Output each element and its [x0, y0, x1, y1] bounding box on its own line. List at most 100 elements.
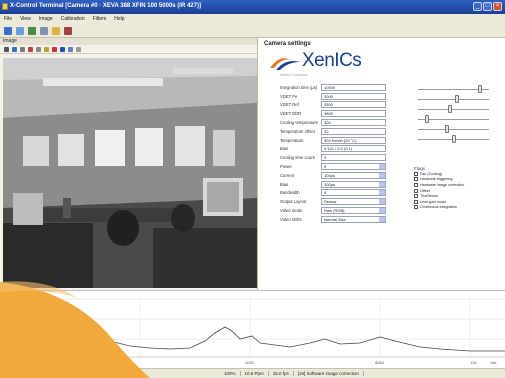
camera-icon[interactable]: [4, 26, 12, 35]
slider-group: [416, 84, 491, 144]
menu-view[interactable]: View: [20, 16, 31, 22]
slider-thumb[interactable]: [424, 115, 429, 123]
param-input[interactable]: 303 Kelvin (29 °C): [321, 136, 386, 144]
menu-file[interactable]: File: [4, 16, 12, 22]
checkbox-box[interactable]: [414, 194, 418, 199]
slider[interactable]: [416, 114, 491, 124]
param-label: Current: [280, 172, 294, 178]
slider[interactable]: [416, 84, 491, 94]
flag-label: Lens gain mode: [420, 199, 447, 204]
menu-image[interactable]: Image: [39, 16, 53, 22]
histogram-panel: 0 4032 8064 12k 16k: [0, 290, 505, 368]
open-icon[interactable]: [16, 26, 24, 35]
checkbox-box[interactable]: [414, 205, 418, 210]
status-fps: 10.6 Ppm: [241, 371, 269, 376]
xenics-logo-icon: [270, 58, 300, 70]
flag-checkbox[interactable]: Continuous integration: [414, 205, 494, 211]
close-button[interactable]: ×: [493, 2, 502, 11]
pointer-icon[interactable]: [4, 46, 9, 52]
param-label: VDET Pe: [280, 93, 298, 99]
slider[interactable]: [416, 134, 491, 144]
param-label: Bias: [280, 146, 289, 152]
param-input[interactable]: 10000: [321, 83, 386, 91]
slider-thumb[interactable]: [454, 95, 459, 103]
line-icon[interactable]: [28, 46, 33, 52]
rectangle-icon[interactable]: [36, 46, 41, 52]
param-row: Bias 100µs: [280, 180, 410, 189]
flag-label: TrueSense: [420, 194, 438, 199]
checkbox-box[interactable]: [414, 188, 418, 193]
tick-label: 4032: [245, 360, 255, 365]
brand-name: XenICs: [302, 50, 362, 71]
param-input[interactable]: 2500: [321, 101, 386, 109]
param-dropdown[interactable]: Raw (RGB): [321, 207, 386, 215]
param-input[interactable]: 0.121 / 0.0 (0.1): [321, 145, 386, 153]
param-label: VDET Ref: [280, 102, 299, 108]
param-dropdown[interactable]: 0: [321, 189, 386, 197]
param-row: Bandwidth 0: [280, 189, 410, 198]
stop-icon[interactable]: [52, 46, 57, 52]
settings-icon[interactable]: [64, 26, 72, 35]
param-dropdown[interactable]: 100µs: [321, 171, 386, 179]
flag-label: Hardware image correction: [420, 182, 465, 187]
histogram-graph: 0 4032 8064 12k 16k: [0, 295, 505, 365]
param-row: Cooling time count 0: [280, 153, 410, 162]
slider-thumb[interactable]: [448, 105, 453, 113]
param-row: Cooling temperature 300: [280, 118, 410, 127]
param-label: Cooling time count: [280, 155, 315, 161]
param-label: Temperature: [280, 137, 304, 143]
record-icon[interactable]: [40, 26, 48, 35]
save-icon[interactable]: [28, 26, 36, 35]
toolbar: [0, 24, 505, 38]
param-row: Integration time (µs) 10000: [280, 83, 410, 92]
pencil-icon[interactable]: [20, 46, 25, 52]
slider-thumb[interactable]: [444, 125, 449, 133]
menu-calibration[interactable]: Calibration: [61, 16, 85, 22]
camera-settings-panel: Camera settings XenICs Infrared Solution…: [258, 38, 505, 290]
param-input[interactable]: 3800: [321, 110, 386, 118]
param-label: Cooling temperature: [280, 120, 318, 126]
checkbox-box[interactable]: [414, 182, 418, 187]
settings-title: Camera settings: [264, 41, 311, 47]
param-dropdown[interactable]: 0: [321, 163, 386, 171]
palette-icon[interactable]: [44, 46, 49, 52]
slider[interactable]: [416, 124, 491, 134]
checkbox-box[interactable]: [414, 177, 418, 182]
status-bar: 100% 10.6 Ppm 15.0 fps [16] Software ima…: [0, 368, 505, 378]
snapshot-icon[interactable]: [52, 26, 60, 35]
slider-thumb[interactable]: [451, 135, 456, 143]
fit-icon[interactable]: [68, 46, 73, 52]
param-input[interactable]: 300: [321, 119, 386, 127]
slider[interactable]: [416, 94, 491, 104]
status-frames: 15.0 fps: [269, 371, 294, 376]
param-label: Output Layout: [280, 199, 307, 205]
title-bar: X-Control Terminal [Camera #0 · XEVA 388…: [0, 0, 505, 14]
camera-image[interactable]: [3, 58, 257, 288]
param-input[interactable]: 0: [321, 154, 386, 162]
tick-label: 0: [2, 360, 5, 365]
histogram-curve: [0, 309, 505, 352]
checkbox-box[interactable]: [414, 199, 418, 204]
param-label: Video mode: [280, 208, 303, 214]
param-input[interactable]: 20: [321, 127, 386, 135]
slider[interactable]: [416, 104, 491, 114]
param-row: Power 0: [280, 162, 410, 171]
menu-filters[interactable]: Filters: [93, 16, 107, 22]
param-label: Bias: [280, 181, 289, 187]
slider-thumb[interactable]: [478, 85, 483, 93]
param-dropdown[interactable]: 100µs: [321, 180, 386, 188]
zoom-icon[interactable]: [12, 46, 17, 52]
param-input[interactable]: 2000: [321, 92, 386, 100]
param-row: VDET Ref 2500: [280, 101, 410, 110]
menu-help[interactable]: Help: [114, 16, 124, 22]
globe-icon[interactable]: [60, 46, 65, 52]
param-dropdown[interactable]: Normal Size: [321, 215, 386, 223]
param-dropdown[interactable]: Sensor: [321, 198, 386, 206]
fullscreen-icon[interactable]: [76, 46, 81, 52]
param-label: Temperature offset: [280, 128, 315, 134]
minimize-button[interactable]: _: [473, 2, 482, 11]
param-row: Bias 0.121 / 0.0 (0.1): [280, 145, 410, 154]
image-panel: Image: [0, 38, 258, 290]
checkbox-box[interactable]: [414, 171, 418, 176]
maximize-button[interactable]: □: [483, 2, 492, 11]
